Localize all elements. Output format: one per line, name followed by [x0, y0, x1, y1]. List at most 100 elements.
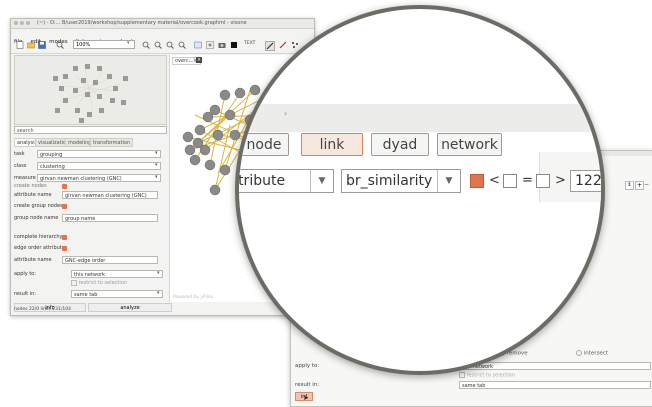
result-in-select[interactable]: same tab: [71, 290, 163, 298]
complete-hierarchy-label: complete hierarchy: [14, 234, 63, 240]
mouse-cursor-icon: ➤: [303, 394, 309, 402]
zoom-in-icon[interactable]: [142, 41, 150, 49]
zoom-select[interactable]: 100%: [73, 40, 135, 49]
edge-order-attribute-row: edge order attribute: [14, 244, 164, 253]
class-label: class: [14, 163, 27, 169]
task-label: task: [14, 151, 25, 157]
chevron-down-icon[interactable]: ▾: [155, 174, 158, 180]
attribute-name2-input[interactable]: GNC-edge order: [62, 256, 158, 264]
class-select[interactable]: clustering: [37, 162, 161, 170]
chevron-down-icon[interactable]: ▾: [157, 290, 160, 296]
create-group-nodes-label: create group nodes: [14, 203, 63, 209]
tab-transformation[interactable]: transformation: [90, 138, 134, 147]
attribute-kind-select[interactable]: attribute ▼: [238, 169, 334, 193]
apply-to-label: apply to:: [295, 363, 320, 369]
magnifier-lens: › node link dyad network attribute ▼ br_…: [235, 5, 605, 375]
pen-icon[interactable]: [265, 41, 275, 51]
zoom-out-icon[interactable]: [154, 41, 162, 49]
network-overview[interactable]: [14, 55, 167, 125]
zoom-fit-icon[interactable]: [166, 41, 174, 49]
text-tool-icon[interactable]: TEXT: [244, 41, 255, 46]
red-pen-icon[interactable]: [279, 41, 287, 49]
result-in-label: result in:: [295, 382, 320, 388]
analyze-button[interactable]: analyze: [88, 303, 172, 312]
create-nodes-label: create nodes: [14, 183, 47, 189]
layout-icon[interactable]: [206, 41, 214, 49]
attribute-name-input[interactable]: girvan newman clustering (GNC): [62, 191, 158, 199]
attribute-select[interactable]: br_similarity ▼: [341, 169, 461, 193]
chevron-down-icon[interactable]: ▾: [155, 162, 158, 168]
node-type-button[interactable]: node: [239, 133, 289, 156]
open-folder-icon[interactable]: [27, 41, 35, 49]
dyad-type-button[interactable]: dyad: [371, 133, 429, 156]
task-select[interactable]: grouping: [37, 150, 161, 158]
create-group-nodes-checkbox[interactable]: [62, 204, 67, 209]
zoom-selection-icon[interactable]: [178, 41, 186, 49]
save-icon[interactable]: [38, 41, 46, 49]
menu-bar: file edit modes links view about: [11, 28, 314, 45]
attribute-kind-value: attribute: [238, 173, 286, 189]
chevron-right-icon: ›: [284, 109, 288, 118]
attribute-name2-label: attribute name: [14, 257, 52, 263]
restrict-label: restrict to selection: [78, 280, 128, 286]
result-in-select[interactable]: same tab: [459, 381, 651, 389]
less-than-label: <: [489, 173, 500, 188]
restrict-label: restrict to selection: [466, 372, 516, 379]
apply-to-select[interactable]: this network: [71, 270, 163, 278]
measure-select[interactable]: girvan newman clustering (GNC): [37, 174, 161, 182]
greater-than-label: >: [555, 173, 566, 188]
apply-to-select[interactable]: this network: [459, 362, 651, 370]
overview-graph: [53, 64, 128, 123]
chevron-down-icon[interactable]: ▾: [157, 270, 160, 276]
attribute-value: br_similarity: [346, 173, 433, 189]
equal-label: =: [522, 173, 533, 188]
restrict-checkbox[interactable]: [71, 279, 77, 286]
toolbar: 100% ▾ TEXT: [11, 37, 314, 54]
intersect-option[interactable]: intersect: [576, 350, 608, 357]
spinner-icon[interactable]: ⇕: [625, 181, 634, 190]
close-window-icon[interactable]: [14, 21, 18, 25]
equal-checkbox[interactable]: [536, 174, 550, 188]
filter-checkbox[interactable]: [470, 174, 484, 188]
camera-icon[interactable]: [218, 41, 226, 49]
analysis-tabs: analysis visualization modeling transfor…: [14, 138, 172, 147]
restrict-checkbox[interactable]: [459, 372, 465, 378]
group-node-name-label: group node name: [14, 215, 59, 221]
threshold-input[interactable]: 122: [570, 170, 601, 192]
status-text: nodes 22/0 links 231/104: [14, 307, 71, 312]
complete-hierarchy-checkbox[interactable]: [62, 235, 67, 240]
black-square-icon[interactable]: [230, 41, 238, 49]
maximize-window-icon[interactable]: [26, 21, 30, 25]
zoom-icon[interactable]: [56, 41, 64, 49]
minimize-window-icon[interactable]: [20, 21, 24, 25]
apply-to-label: apply to:: [14, 271, 37, 277]
attribute-name-label: attribute name: [14, 192, 52, 198]
chevron-down-icon[interactable]: ▼: [437, 170, 460, 192]
create-nodes-row: create nodes: [14, 182, 164, 191]
edge-order-attribute-label: edge order attribute: [14, 245, 65, 251]
measure-label: measure: [14, 175, 36, 181]
create-nodes-checkbox[interactable]: [62, 184, 67, 189]
result-in-label: result in:: [14, 291, 36, 297]
link-type-button[interactable]: link: [301, 133, 363, 156]
add-icon[interactable]: +: [635, 181, 644, 190]
intersect-label: intersect: [583, 350, 608, 357]
window-title: (~) - D:... B/user2019/workshop/suppleme…: [37, 20, 247, 26]
group-node-name-input[interactable]: group name: [62, 214, 158, 222]
less-than-checkbox[interactable]: [503, 174, 517, 188]
chevron-down-icon[interactable]: ▾: [155, 150, 158, 156]
chevron-down-icon[interactable]: ▾: [127, 40, 130, 46]
edge-order-attribute-checkbox[interactable]: [62, 246, 67, 251]
search-input[interactable]: search: [14, 126, 167, 134]
lens-header-bar: [239, 104, 601, 132]
network-type-button[interactable]: network: [437, 133, 502, 156]
remove-icon[interactable]: −: [644, 181, 649, 188]
yfiles-credit: Powered by yFiles: [173, 295, 214, 300]
create-group-nodes-row: create group nodes: [14, 202, 164, 211]
table-icon[interactable]: [194, 41, 202, 49]
complete-hierarchy-row: complete hierarchy: [14, 233, 164, 242]
nodes-icon[interactable]: [291, 41, 299, 49]
chevron-down-icon[interactable]: ▼: [310, 170, 333, 192]
restrict-row: restrict to selection: [459, 372, 515, 379]
new-file-icon[interactable]: [16, 41, 24, 49]
